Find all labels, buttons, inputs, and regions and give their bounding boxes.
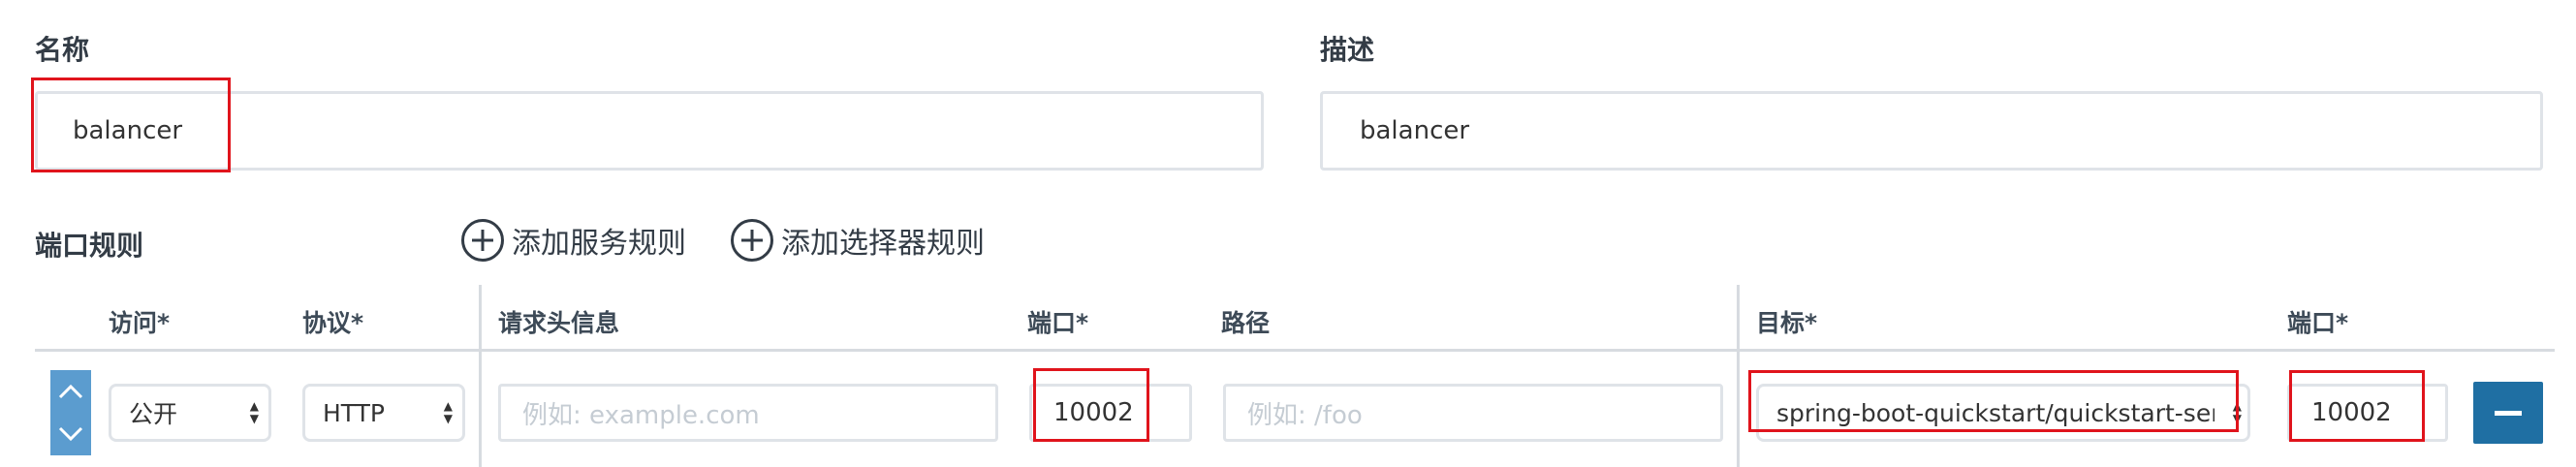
reorder-handle[interactable] bbox=[50, 370, 91, 455]
minus-icon bbox=[2495, 410, 2522, 416]
chevron-down-icon[interactable] bbox=[57, 425, 84, 443]
path-placeholder: 例如: /foo bbox=[1247, 400, 1363, 430]
protocol-select[interactable]: HTTP ▲ ▼ bbox=[302, 384, 465, 442]
target-highlight-box bbox=[1748, 370, 2239, 432]
column-header-access: 访问* bbox=[109, 309, 171, 337]
table-header-divider bbox=[35, 349, 2555, 352]
target-port-highlight-box bbox=[2289, 370, 2425, 442]
plus-circle-icon bbox=[461, 219, 504, 262]
column-divider bbox=[479, 285, 482, 467]
column-header-target: 目标* bbox=[1756, 309, 1818, 337]
plus-circle-icon bbox=[731, 219, 773, 262]
access-select-value: 公开 bbox=[129, 400, 178, 428]
add-selector-rule-button[interactable]: 添加选择器规则 bbox=[731, 219, 985, 262]
name-highlight-box bbox=[31, 78, 231, 172]
chevron-up-icon[interactable] bbox=[57, 383, 84, 400]
select-arrows-icon: ▲ ▼ bbox=[249, 399, 259, 425]
add-service-rule-button[interactable]: 添加服务规则 bbox=[461, 219, 686, 262]
column-header-port: 端口* bbox=[1027, 309, 1089, 337]
request-host-input[interactable]: 例如: example.com bbox=[498, 384, 998, 442]
column-header-request-host: 请求头信息 bbox=[498, 309, 620, 337]
description-input[interactable]: balancer bbox=[1320, 91, 2543, 171]
port-highlight-box bbox=[1033, 368, 1149, 442]
column-header-target-port: 端口* bbox=[2287, 309, 2349, 337]
access-select[interactable]: 公开 ▲ ▼ bbox=[109, 384, 271, 442]
select-arrows-icon: ▲ ▼ bbox=[443, 399, 453, 425]
protocol-select-value: HTTP bbox=[323, 398, 385, 427]
path-input[interactable]: 例如: /foo bbox=[1223, 384, 1723, 442]
column-divider bbox=[1737, 285, 1740, 467]
column-header-protocol: 协议* bbox=[302, 309, 364, 337]
remove-rule-button[interactable] bbox=[2473, 382, 2543, 444]
add-service-rule-label: 添加服务规则 bbox=[512, 227, 686, 261]
description-input-value: balancer bbox=[1360, 116, 1470, 145]
port-rules-title: 端口规则 bbox=[35, 230, 144, 262]
request-host-placeholder: 例如: example.com bbox=[522, 400, 760, 430]
add-selector-rule-label: 添加选择器规则 bbox=[781, 227, 985, 261]
name-label: 名称 bbox=[35, 34, 90, 66]
column-header-path: 路径 bbox=[1221, 309, 1271, 337]
description-label: 描述 bbox=[1320, 34, 1375, 66]
